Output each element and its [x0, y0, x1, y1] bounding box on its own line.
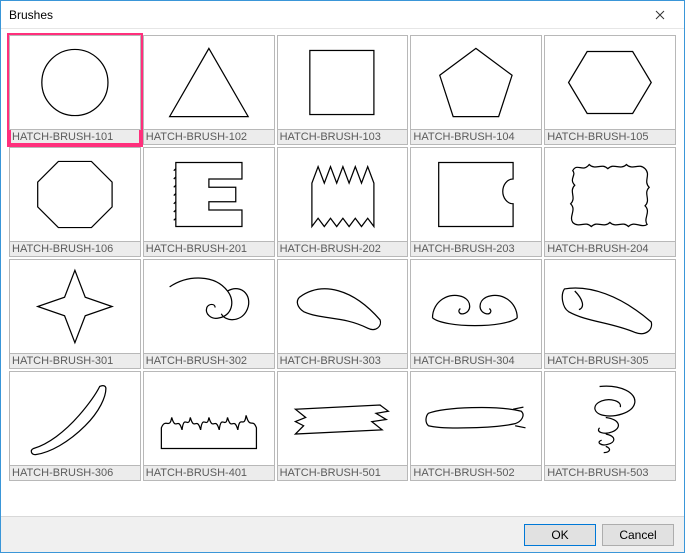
brush-label: HATCH-BRUSH-203	[410, 242, 542, 257]
brush-cell[interactable]: HATCH-BRUSH-502	[410, 371, 542, 481]
brush-thumbnail	[410, 147, 542, 242]
brush-cell[interactable]: HATCH-BRUSH-501	[277, 371, 409, 481]
brush-cell[interactable]: HATCH-BRUSH-202	[277, 147, 409, 257]
brush-cell[interactable]: HATCH-BRUSH-304	[410, 259, 542, 369]
brush-thumbnail	[277, 259, 409, 354]
brush-cell[interactable]: HATCH-BRUSH-302	[143, 259, 275, 369]
brush-thumbnail	[544, 147, 676, 242]
brush-cell[interactable]: HATCH-BRUSH-104	[410, 35, 542, 145]
brush-cell[interactable]: HATCH-BRUSH-105	[544, 35, 676, 145]
brush-label: HATCH-BRUSH-302	[143, 354, 275, 369]
brush-label: HATCH-BRUSH-204	[544, 242, 676, 257]
brush-label: HATCH-BRUSH-306	[9, 466, 141, 481]
brush-thumbnail	[544, 35, 676, 130]
brush-label: HATCH-BRUSH-202	[277, 242, 409, 257]
brush-cell[interactable]: HATCH-BRUSH-204	[544, 147, 676, 257]
brush-cell[interactable]: HATCH-BRUSH-102	[143, 35, 275, 145]
brush-thumbnail	[544, 371, 676, 466]
brush-cell[interactable]: HATCH-BRUSH-203	[410, 147, 542, 257]
brush-thumbnail	[277, 371, 409, 466]
brush-thumbnail	[143, 147, 275, 242]
brush-thumbnail	[544, 259, 676, 354]
brush-label: HATCH-BRUSH-401	[143, 466, 275, 481]
brush-label: HATCH-BRUSH-102	[143, 130, 275, 145]
brush-grid: HATCH-BRUSH-101HATCH-BRUSH-102HATCH-BRUS…	[9, 35, 676, 481]
brush-cell[interactable]: HATCH-BRUSH-303	[277, 259, 409, 369]
brush-label: HATCH-BRUSH-104	[410, 130, 542, 145]
brush-thumbnail	[9, 371, 141, 466]
brush-label: HATCH-BRUSH-501	[277, 466, 409, 481]
ok-button[interactable]: OK	[524, 524, 596, 546]
brush-thumbnail	[277, 147, 409, 242]
brush-thumbnail	[410, 35, 542, 130]
brush-cell[interactable]: HATCH-BRUSH-401	[143, 371, 275, 481]
brush-cell[interactable]: HATCH-BRUSH-305	[544, 259, 676, 369]
brush-cell[interactable]: HATCH-BRUSH-301	[9, 259, 141, 369]
brush-label: HATCH-BRUSH-105	[544, 130, 676, 145]
brush-thumbnail	[143, 35, 275, 130]
brush-thumbnail	[143, 259, 275, 354]
brush-thumbnail	[410, 259, 542, 354]
titlebar: Brushes	[1, 1, 684, 29]
brush-label: HATCH-BRUSH-201	[143, 242, 275, 257]
brushes-dialog: Brushes HATCH-BRUSH-101HATCH-BRUSH-102HA…	[0, 0, 685, 553]
brush-thumbnail	[410, 371, 542, 466]
brush-cell[interactable]: HATCH-BRUSH-503	[544, 371, 676, 481]
brush-label: HATCH-BRUSH-502	[410, 466, 542, 481]
brush-cell[interactable]: HATCH-BRUSH-306	[9, 371, 141, 481]
brush-label: HATCH-BRUSH-305	[544, 354, 676, 369]
brush-thumbnail	[9, 259, 141, 354]
window-title: Brushes	[9, 8, 53, 22]
brush-thumbnail	[9, 35, 141, 130]
brush-label: HATCH-BRUSH-106	[9, 242, 141, 257]
brush-label: HATCH-BRUSH-101	[9, 130, 141, 145]
brush-label: HATCH-BRUSH-503	[544, 466, 676, 481]
content-area: HATCH-BRUSH-101HATCH-BRUSH-102HATCH-BRUS…	[1, 29, 684, 516]
brush-cell[interactable]: HATCH-BRUSH-101	[9, 35, 141, 145]
brush-label: HATCH-BRUSH-304	[410, 354, 542, 369]
brush-cell[interactable]: HATCH-BRUSH-201	[143, 147, 275, 257]
brush-label: HATCH-BRUSH-301	[9, 354, 141, 369]
footer: OK Cancel	[1, 516, 684, 552]
brush-thumbnail	[143, 371, 275, 466]
brush-thumbnail	[277, 35, 409, 130]
cancel-button[interactable]: Cancel	[602, 524, 674, 546]
brush-label: HATCH-BRUSH-103	[277, 130, 409, 145]
brush-cell[interactable]: HATCH-BRUSH-106	[9, 147, 141, 257]
brush-cell[interactable]: HATCH-BRUSH-103	[277, 35, 409, 145]
brush-thumbnail	[9, 147, 141, 242]
brush-label: HATCH-BRUSH-303	[277, 354, 409, 369]
close-button[interactable]	[640, 3, 680, 27]
close-icon	[655, 10, 665, 20]
